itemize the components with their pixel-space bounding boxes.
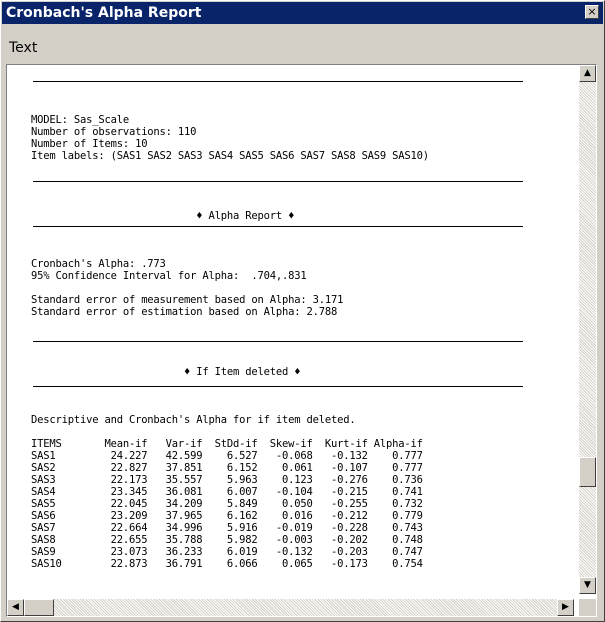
scroll-corner <box>579 599 596 616</box>
horizontal-scrollbar[interactable]: ◀ ▶ <box>7 599 574 616</box>
scroll-down-button[interactable]: ▼ <box>579 577 596 594</box>
vertical-scrollbar[interactable]: ▲ ▼ <box>579 65 596 594</box>
report-text: MODEL: Sas_Scale Number of observations:… <box>31 114 429 570</box>
divider <box>33 386 523 387</box>
divider <box>33 181 523 182</box>
report-content[interactable]: MODEL: Sas_Scale Number of observations:… <box>7 65 574 594</box>
report-window: Cronbach's Alpha Report × Text MODEL: Sa… <box>0 0 605 622</box>
scroll-left-button[interactable]: ◀ <box>7 599 24 616</box>
close-button[interactable]: × <box>585 5 599 19</box>
menu-text[interactable]: Text <box>9 40 37 56</box>
divider <box>33 226 523 227</box>
window-title: Cronbach's Alpha Report <box>6 5 202 21</box>
scroll-up-button[interactable]: ▲ <box>579 65 596 82</box>
divider <box>33 341 523 342</box>
horizontal-scroll-thumb[interactable] <box>24 599 54 616</box>
menu-bar: Text <box>2 24 603 62</box>
report-view: MODEL: Sas_Scale Number of observations:… <box>6 64 597 617</box>
vertical-scroll-thumb[interactable] <box>579 457 596 487</box>
title-bar[interactable]: Cronbach's Alpha Report × <box>2 2 603 24</box>
scroll-right-button[interactable]: ▶ <box>557 599 574 616</box>
